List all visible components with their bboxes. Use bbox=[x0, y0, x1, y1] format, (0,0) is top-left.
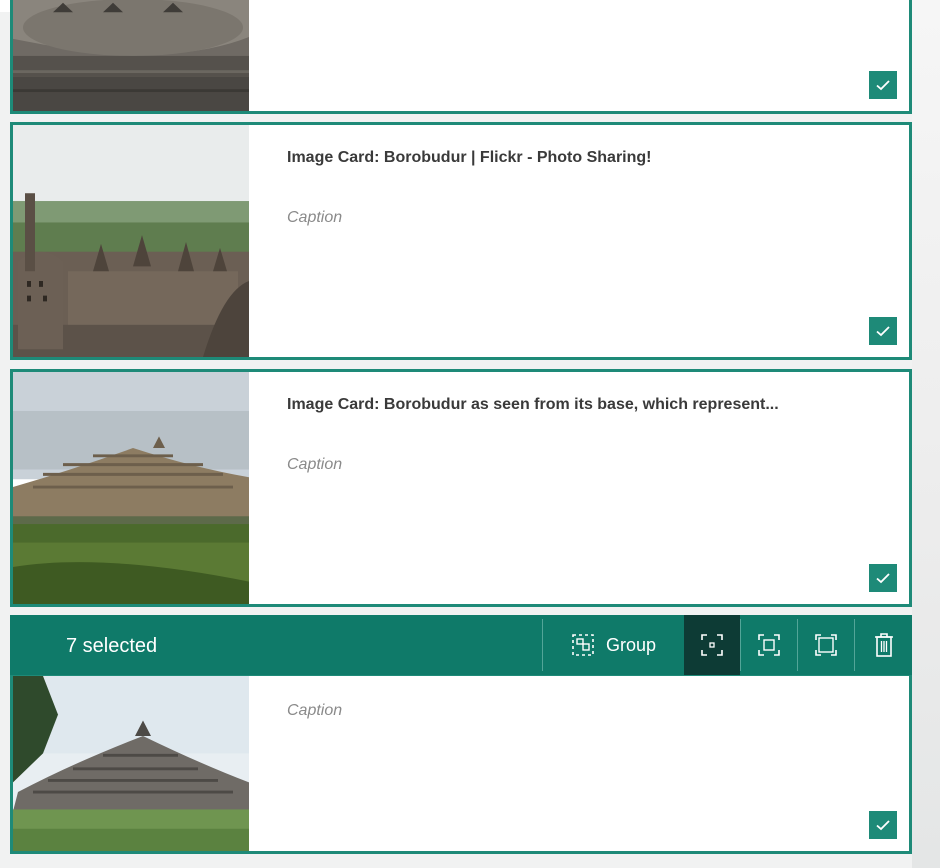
selected-checkbox[interactable] bbox=[869, 811, 897, 839]
fit-small-button[interactable] bbox=[684, 615, 740, 675]
selection-toolbar: 7 selected Group bbox=[10, 615, 912, 675]
card-title: Image Card: Borobudur | Flickr - Photo S… bbox=[287, 149, 652, 166]
image-card-2[interactable]: Image Card: Borobudur | Flickr - Photo S… bbox=[10, 122, 912, 360]
background-edge bbox=[912, 0, 940, 868]
delete-icon bbox=[874, 633, 893, 657]
fit-small-icon bbox=[701, 634, 723, 656]
fit-medium-icon bbox=[758, 634, 780, 656]
group-label: Group bbox=[605, 634, 657, 655]
card-thumbnail[interactable] bbox=[13, 372, 249, 604]
selected-checkbox[interactable] bbox=[869, 564, 897, 592]
fit-large-icon bbox=[815, 634, 837, 656]
checkmark-icon bbox=[876, 573, 890, 584]
card-thumbnail[interactable] bbox=[13, 125, 249, 357]
fit-large-button[interactable] bbox=[798, 615, 854, 675]
image-card-4[interactable]: Caption bbox=[10, 673, 912, 854]
caption-field[interactable]: Caption bbox=[287, 209, 342, 227]
card-thumbnail[interactable] bbox=[13, 0, 249, 111]
card-thumbnail[interactable] bbox=[13, 676, 249, 851]
caption-field[interactable]: Caption bbox=[287, 702, 342, 720]
delete-button[interactable] bbox=[855, 615, 912, 675]
checkmark-icon bbox=[876, 326, 890, 337]
fit-medium-button[interactable] bbox=[741, 615, 797, 675]
caption-field[interactable]: Caption bbox=[287, 456, 342, 474]
image-card-3[interactable]: Image Card: Borobudur as seen from its b… bbox=[10, 369, 912, 607]
group-button[interactable]: Group bbox=[543, 615, 683, 675]
card-title: Image Card: Borobudur as seen from its b… bbox=[287, 396, 779, 413]
checkmark-icon bbox=[876, 820, 890, 831]
group-icon bbox=[572, 634, 594, 656]
selected-checkbox[interactable] bbox=[869, 71, 897, 99]
image-card-1[interactable] bbox=[10, 0, 912, 114]
checkmark-icon bbox=[876, 80, 890, 91]
selection-count: 7 selected bbox=[66, 635, 158, 657]
selected-checkbox[interactable] bbox=[869, 317, 897, 345]
